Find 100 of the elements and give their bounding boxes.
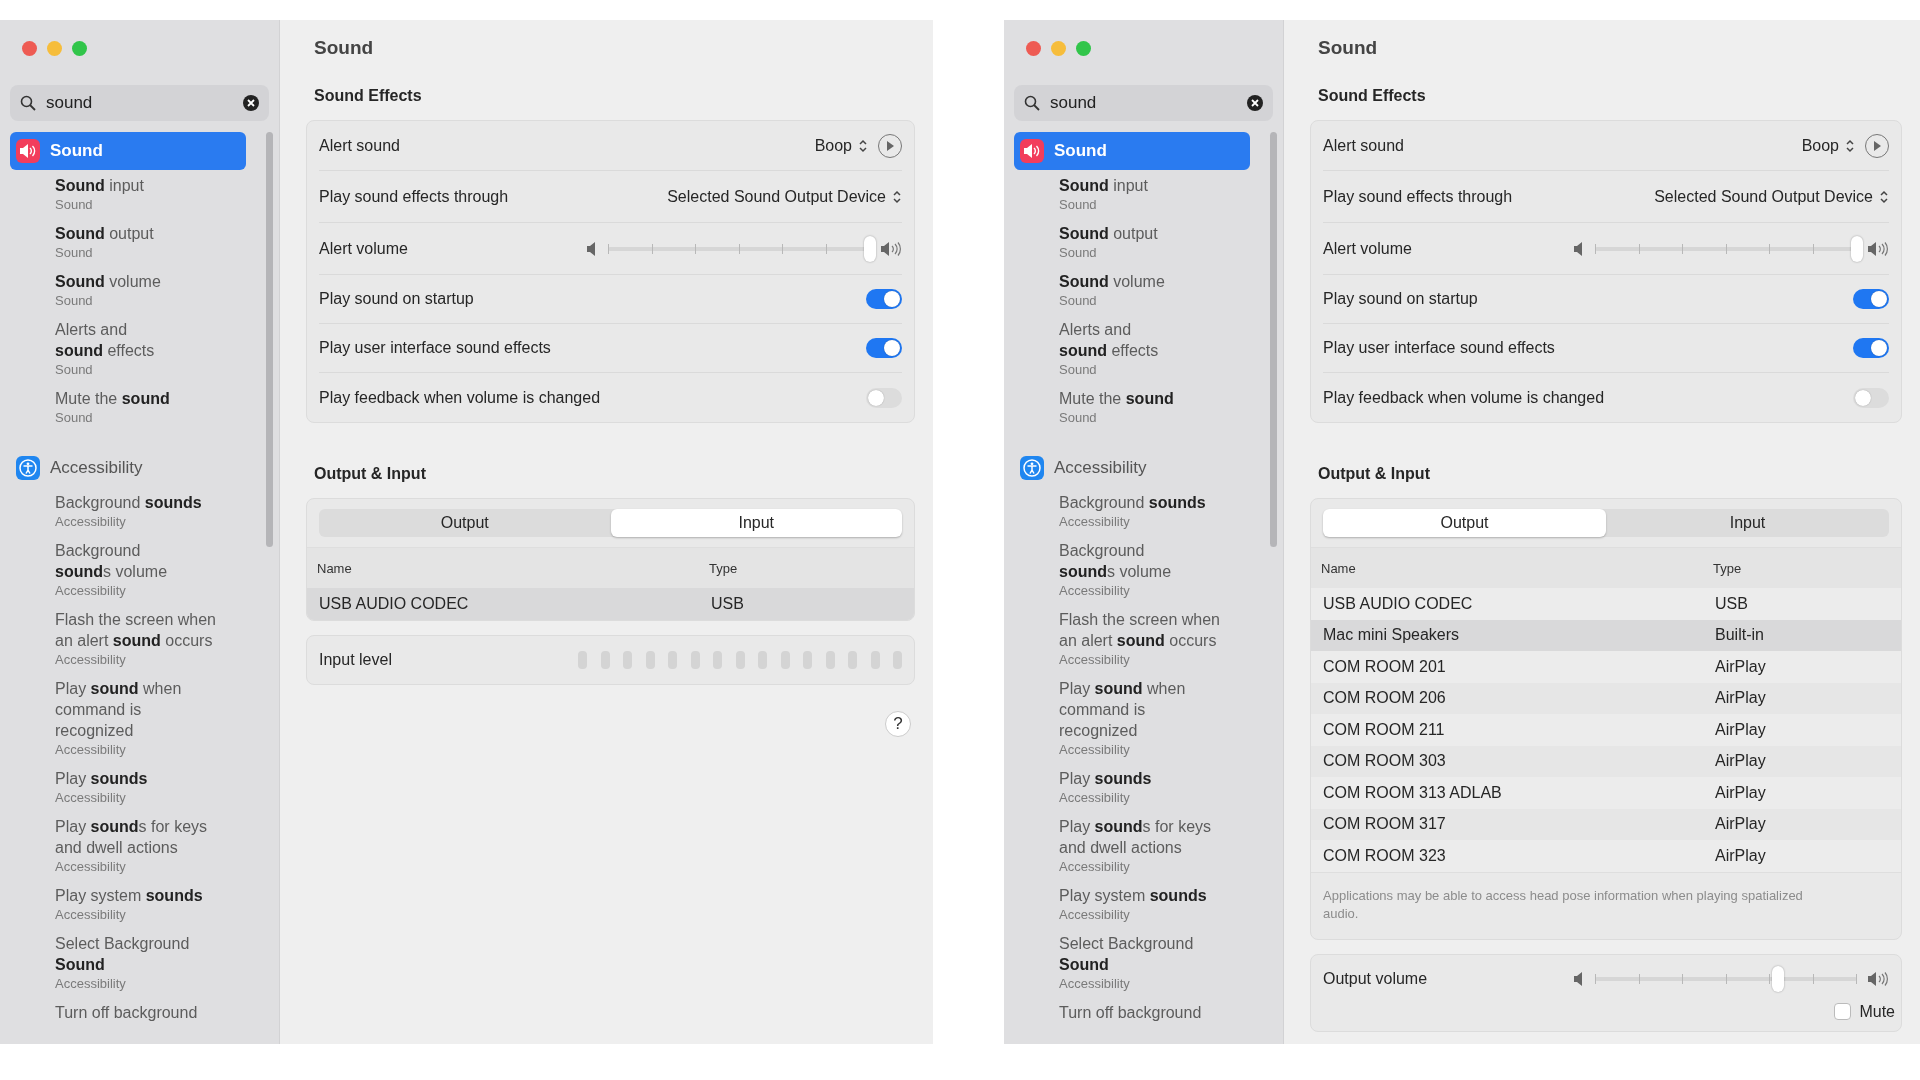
popup-button[interactable]: Selected Sound Output Device <box>1654 187 1889 206</box>
search-result-category: Accessibility <box>55 858 127 875</box>
zoom-button[interactable] <box>72 41 87 56</box>
section-heading: Output & Input <box>1317 464 1431 484</box>
sidebar-item[interactable]: Accessibility <box>1014 449 1250 487</box>
search-result-title[interactable]: Alerts and sound effects <box>55 319 246 361</box>
search-result-title[interactable]: Alerts and sound effects <box>1059 319 1250 361</box>
segment-tab[interactable]: Input <box>1606 509 1889 537</box>
search-result-title[interactable]: Play sounds <box>55 768 246 789</box>
search-result-category: Accessibility <box>55 741 127 758</box>
search-result-title[interactable]: Play sounds for keys and dwell actions <box>1059 816 1250 858</box>
segment-tab[interactable]: Output <box>319 509 611 537</box>
minimize-button[interactable] <box>1051 41 1066 56</box>
search-result-title[interactable]: Play system sounds <box>55 885 246 906</box>
search-result-category: Accessibility <box>55 582 127 599</box>
minimize-button[interactable] <box>47 41 62 56</box>
device-row[interactable]: USB AUDIO CODEC USB <box>307 588 914 620</box>
search-result-title[interactable]: Flash the screen when an alert sound occurs <box>55 609 246 651</box>
table-cell-text: USB AUDIO CODEC <box>319 594 470 613</box>
search-result-title[interactable]: Select Background Sound <box>1059 933 1250 975</box>
search-result-title[interactable]: Select Background Sound <box>55 933 246 975</box>
scroll-bar[interactable] <box>266 132 273 547</box>
toggle-switch[interactable] <box>866 289 902 309</box>
segment-tab[interactable]: Input <box>610 509 902 537</box>
search-result-title[interactable]: Sound volume <box>1059 271 1250 292</box>
search-result-category: Accessibility <box>55 906 127 923</box>
search-result-title[interactable]: Sound output <box>55 223 246 244</box>
close-button[interactable] <box>22 41 37 56</box>
search-result-title[interactable]: Sound output <box>1059 223 1250 244</box>
search-icon <box>20 95 36 111</box>
search-result-category: Accessibility <box>1059 789 1131 806</box>
search-result-title[interactable]: Sound input <box>55 175 246 196</box>
toggle-switch[interactable] <box>866 338 902 358</box>
popup-button[interactable]: Boop <box>814 136 868 155</box>
sidebar-item[interactable]: Accessibility <box>10 449 246 487</box>
play-icon <box>1873 140 1881 151</box>
search-result-title[interactable]: Play sounds <box>1059 768 1250 789</box>
toggle-switch[interactable] <box>1853 289 1889 309</box>
search-result-title[interactable]: Background sounds volume <box>1059 540 1250 582</box>
scroll-bar[interactable] <box>1270 132 1277 547</box>
search-result-title[interactable]: Flash the screen when an alert sound occurs <box>1059 609 1250 651</box>
search-result-title[interactable]: Play sounds for keys and dwell actions <box>55 816 246 858</box>
column-header: Type <box>1713 560 1743 576</box>
search-result-title[interactable]: Turn off background <box>55 1002 246 1023</box>
clear-icon[interactable] <box>243 95 259 111</box>
search-result-title[interactable]: Background sounds <box>55 492 246 513</box>
search-result-title[interactable]: Play sound when command is recognized <box>55 678 246 741</box>
slider-thumb[interactable] <box>1851 235 1863 262</box>
table-cell-text: COM ROOM 206 <box>1323 689 1447 708</box>
help-button[interactable]: ? <box>885 710 911 737</box>
toggle-switch[interactable] <box>866 387 902 408</box>
popup-button[interactable]: Selected Sound Output Device <box>667 187 902 206</box>
search-result-category: Accessibility <box>55 513 127 530</box>
search-result-title[interactable]: Play system sounds <box>1059 885 1250 906</box>
section-heading: Sound Effects <box>1317 86 1427 106</box>
search-result-title[interactable]: Sound input <box>1059 175 1250 196</box>
table-cell-text: COM ROOM 211 <box>1323 720 1446 739</box>
table-cell-text: COM ROOM 317 <box>1323 815 1447 834</box>
search-field[interactable]: sound <box>1014 85 1273 121</box>
checkbox[interactable] <box>1834 1003 1852 1020</box>
toggle-switch[interactable] <box>1853 387 1889 408</box>
clear-icon[interactable] <box>1247 95 1263 111</box>
speaker-quiet-icon <box>1573 971 1585 986</box>
search-result-category: Accessibility <box>1059 906 1131 923</box>
setting-label: Play sound on startup <box>1323 290 1478 308</box>
accessibility-icon <box>16 456 40 480</box>
toggle-switch[interactable] <box>1853 338 1889 358</box>
table-cell-text: AirPlay <box>1715 846 1767 865</box>
search-result-title[interactable]: Background sounds volume <box>55 540 246 582</box>
search-result-category: Sound <box>55 361 94 378</box>
device-row[interactable]: Mac mini Speakers Built-in <box>1311 619 1901 651</box>
search-result-title[interactable]: Turn off background <box>1059 1002 1250 1023</box>
up-down-chevron-icon <box>858 137 868 154</box>
sidebar-item[interactable]: Sound <box>1014 132 1250 170</box>
search-result-title[interactable]: Mute the sound <box>1059 388 1250 409</box>
section-heading: Output & Input <box>313 464 427 484</box>
play-icon <box>886 140 894 151</box>
search-field[interactable]: sound <box>10 85 269 121</box>
popup-button[interactable]: Boop <box>1801 136 1855 155</box>
search-result-title[interactable]: Mute the sound <box>55 388 246 409</box>
setting-label: Play sound effects through <box>1323 187 1513 206</box>
checkbox-label: Mute <box>1859 1002 1895 1021</box>
pane-title: Sound <box>313 36 375 60</box>
search-result-category: Accessibility <box>1059 858 1131 875</box>
search-result-category: Accessibility <box>1059 582 1131 599</box>
search-result-category: Accessibility <box>55 975 127 992</box>
search-result-title[interactable]: Play sound when command is recognized <box>1059 678 1250 741</box>
sidebar-item[interactable]: Sound <box>10 132 246 170</box>
search-result-category: Accessibility <box>55 651 127 668</box>
speaker-quiet-icon <box>586 241 598 256</box>
close-button[interactable] <box>1026 41 1041 56</box>
speaker-loud-icon <box>1867 971 1889 986</box>
zoom-button[interactable] <box>1076 41 1091 56</box>
search-result-title[interactable]: Sound volume <box>55 271 246 292</box>
search-result-title[interactable]: Background sounds <box>1059 492 1250 513</box>
segment-tab[interactable]: Output <box>1323 509 1606 537</box>
slider-thumb[interactable] <box>1772 965 1785 992</box>
section-heading: Sound Effects <box>313 86 423 106</box>
up-down-chevron-icon <box>1845 137 1855 154</box>
slider-thumb[interactable] <box>864 235 876 262</box>
